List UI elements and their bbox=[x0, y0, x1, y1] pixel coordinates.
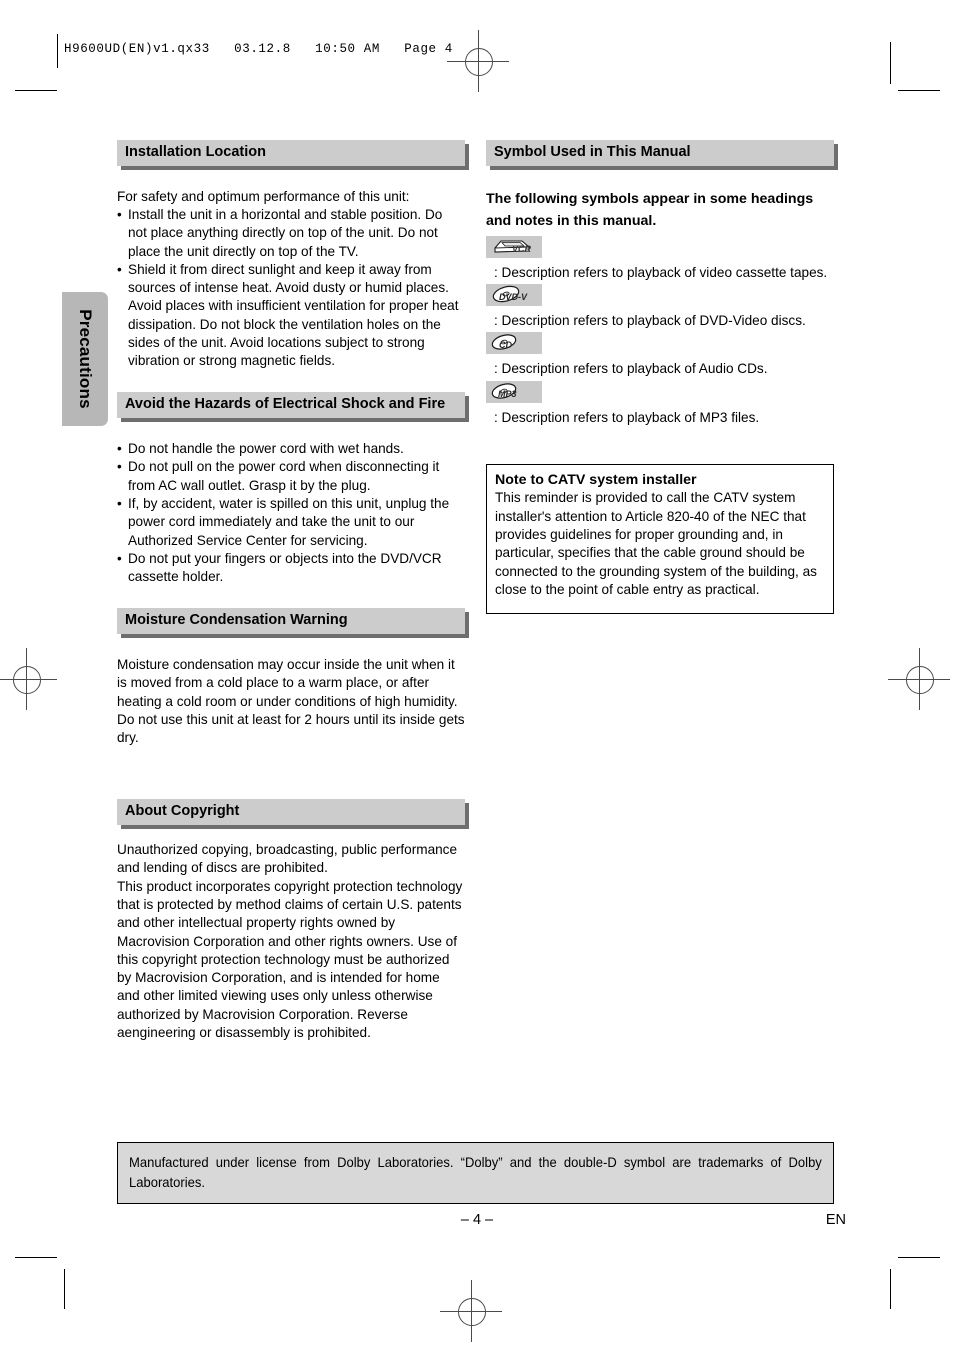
catv-note-title: Note to CATV system installer bbox=[495, 472, 697, 488]
dolby-notice-text: Manufactured under license from Dolby La… bbox=[129, 1154, 822, 1191]
list-item: Do not handle the power cord with wet ha… bbox=[117, 440, 465, 459]
symbol-legend-item-vcr: VCR : Description refers to playback of … bbox=[486, 235, 834, 282]
registration-mark-top bbox=[447, 30, 509, 92]
section-body-electrical-hazards: Do not handle the power cord with wet ha… bbox=[117, 440, 465, 586]
list-item: Shield it from direct sunlight and keep … bbox=[117, 261, 465, 371]
section-heading-about-copyright: About Copyright bbox=[117, 799, 465, 826]
symbols-intro-text: The following symbols appear in some hea… bbox=[486, 190, 814, 229]
list-item: Do not pull on the power cord when disco… bbox=[117, 458, 465, 495]
dvd-video-symbol-icon: DVD-V bbox=[486, 283, 542, 306]
section-heading-moisture-condensation: Moisture Condensation Warning bbox=[117, 608, 465, 635]
svg-text:CD: CD bbox=[499, 340, 512, 350]
list-item: If, by accident, water is spilled on thi… bbox=[117, 495, 465, 550]
symbol-description: : Description refers to playback of Audi… bbox=[494, 361, 768, 377]
vcr-symbol-icon: VCR bbox=[486, 235, 542, 258]
installation-bullet-list: Install the unit in a horizontal and sta… bbox=[117, 206, 465, 371]
print-file-header: H9600UD(EN)v1.qx33 03.12.8 10:50 AM Page… bbox=[64, 42, 453, 56]
catv-note-body: This reminder is provided to call the CA… bbox=[495, 490, 817, 597]
registration-mark-left bbox=[0, 648, 57, 710]
chapter-tab-label: Precautions bbox=[76, 309, 95, 409]
crop-mark-top-right-vertical bbox=[890, 42, 891, 84]
crop-mark-top-right-horizontal bbox=[898, 90, 940, 91]
svg-text:MP3: MP3 bbox=[498, 389, 517, 399]
symbol-description: : Description refers to playback of vide… bbox=[494, 264, 828, 280]
hazards-bullet-list: Do not handle the power cord with wet ha… bbox=[117, 440, 465, 586]
section-heading-electrical-hazards: Avoid the Hazards of Electrical Shock an… bbox=[117, 392, 465, 419]
section-body-installation-location: For safety and optimum performance of th… bbox=[117, 188, 465, 371]
installation-intro-text: For safety and optimum performance of th… bbox=[117, 188, 410, 204]
chapter-tab-precautions: Precautions bbox=[62, 292, 108, 426]
registration-mark-right bbox=[888, 648, 950, 710]
page-number: – 4 – bbox=[460, 1212, 494, 1228]
crop-mark-top-left-horizontal bbox=[15, 90, 57, 91]
registration-mark-bottom bbox=[440, 1280, 502, 1342]
section-heading-installation-location: Installation Location bbox=[117, 140, 465, 166]
language-code: EN bbox=[825, 1212, 846, 1228]
copyright-paragraph-2: This product incorporates copyright prot… bbox=[117, 878, 463, 1040]
mp3-symbol-icon: MP3 bbox=[486, 380, 542, 403]
section-body-moisture-condensation: Moisture condensation may occur inside t… bbox=[117, 656, 465, 747]
symbol-legend-item-mp3: MP3 : Description refers to playback of … bbox=[486, 380, 834, 427]
svg-text:VCR: VCR bbox=[512, 244, 532, 254]
symbol-description: : Description refers to playback of DVD-… bbox=[494, 312, 806, 328]
section-body-about-copyright: Unauthorized copying, broadcasting, publ… bbox=[117, 841, 465, 1042]
symbol-legend-item-cd: CD : Description refers to playback of A… bbox=[486, 332, 834, 378]
cd-symbol-icon: CD bbox=[486, 332, 542, 355]
manual-page: H9600UD(EN)v1.qx33 03.12.8 10:50 AM Page… bbox=[0, 0, 954, 1351]
crop-mark-bottom-left-horizontal bbox=[15, 1257, 57, 1258]
moisture-paragraph: Moisture condensation may occur inside t… bbox=[117, 657, 465, 746]
symbol-description: : Description refers to playback of MP3 … bbox=[494, 409, 760, 425]
copyright-paragraph-1: Unauthorized copying, broadcasting, publ… bbox=[117, 842, 458, 876]
list-item: Do not put your fingers or objects into … bbox=[117, 550, 465, 587]
crop-mark-bottom-right-vertical bbox=[890, 1269, 891, 1309]
crop-mark-bottom-left-vertical bbox=[64, 1269, 65, 1309]
section-heading-symbol-used: Symbol Used in This Manual bbox=[486, 140, 834, 166]
crop-mark-bottom-right-horizontal bbox=[898, 1257, 940, 1258]
symbol-legend-list: VCR : Description refers to playback of … bbox=[486, 235, 834, 427]
symbol-legend-item-dvd-video: DVD-V : Description refers to playback o… bbox=[486, 283, 834, 330]
list-item: Install the unit in a horizontal and sta… bbox=[117, 206, 465, 261]
left-column: Installation Location For safety and opt… bbox=[117, 140, 465, 1042]
catv-installer-note-box: Note to CATV system installer This remin… bbox=[486, 464, 834, 615]
dolby-trademark-notice-box: Manufactured under license from Dolby La… bbox=[117, 1142, 834, 1204]
right-column: Symbol Used in This Manual The following… bbox=[486, 140, 834, 429]
svg-text:DVD-V: DVD-V bbox=[499, 292, 528, 302]
header-divider-rule bbox=[57, 34, 58, 68]
